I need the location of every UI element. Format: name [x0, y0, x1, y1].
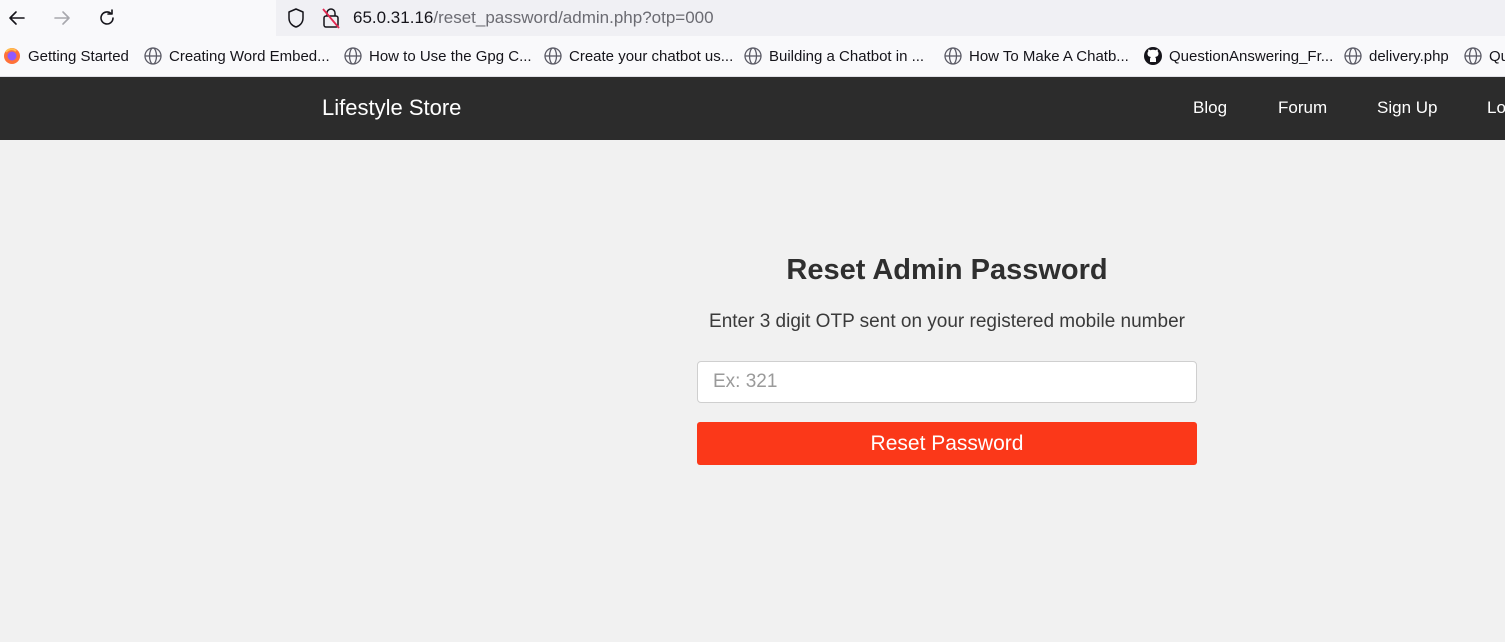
bookmark-make-chatbot[interactable]: How To Make A Chatb... [943, 44, 1129, 68]
globe-icon [743, 46, 763, 66]
globe-icon [943, 46, 963, 66]
bookmark-label: Building a Chatbot in ... [769, 47, 925, 65]
arrow-right-icon [54, 11, 70, 25]
bookmark-gpg[interactable]: How to Use the Gpg C... [343, 44, 532, 68]
otp-input[interactable] [697, 361, 1197, 403]
browser-chrome: 65.0.31.16/reset_password/admin.php?otp=… [0, 0, 1505, 77]
github-icon [1143, 46, 1163, 66]
site-navbar: Lifestyle Store Blog Forum Sign Up Lo [0, 77, 1505, 140]
main-content: Reset Admin Password Enter 3 digit OTP s… [0, 140, 1505, 642]
browser-toolbar: 65.0.31.16/reset_password/admin.php?otp=… [0, 0, 1505, 36]
page-title: Reset Admin Password [786, 254, 1108, 286]
bookmark-create-chatbot[interactable]: Create your chatbot us... [543, 44, 733, 68]
firefox-icon [2, 46, 22, 66]
globe-icon [1463, 46, 1483, 66]
nav-blog[interactable]: Blog [1193, 98, 1227, 118]
back-button[interactable] [4, 5, 30, 31]
bookmark-label: How to Use the Gpg C... [369, 47, 532, 65]
globe-icon [543, 46, 563, 66]
bookmark-label: Create your chatbot us... [569, 47, 734, 65]
otp-instruction: Enter 3 digit OTP sent on your registere… [709, 311, 1185, 332]
url-host: 65.0.31.16 [353, 8, 434, 27]
address-bar[interactable]: 65.0.31.16/reset_password/admin.php?otp=… [276, 0, 1505, 36]
globe-icon [1343, 46, 1363, 66]
bookmark-label: Creating Word Embed... [169, 47, 330, 65]
insecure-lock-icon[interactable] [320, 6, 342, 30]
globe-icon [143, 46, 163, 66]
bookmark-creating-word-embed[interactable]: Creating Word Embed... [143, 44, 330, 68]
bookmark-building-chatbot[interactable]: Building a Chatbot in ... [743, 44, 924, 68]
nav-sign-up[interactable]: Sign Up [1377, 98, 1437, 118]
nav-forum[interactable]: Forum [1278, 98, 1327, 118]
reload-button[interactable] [94, 5, 120, 31]
arrow-left-icon [9, 11, 25, 25]
url-path: /reset_password/admin.php?otp=000 [433, 8, 714, 27]
bookmark-qu[interactable]: Qu [1463, 44, 1505, 68]
bookmark-getting-started[interactable]: Getting Started [2, 44, 129, 68]
url-text[interactable]: 65.0.31.16/reset_password/admin.php?otp=… [353, 8, 714, 28]
reload-icon [100, 9, 114, 25]
shield-icon[interactable] [286, 7, 306, 29]
bookmark-label: Getting Started [28, 47, 129, 65]
bookmark-label: QuestionAnswering_Fr... [1169, 47, 1334, 65]
nav-login[interactable]: Lo [1487, 98, 1505, 118]
brand-link[interactable]: Lifestyle Store [322, 95, 461, 121]
bookmark-delivery[interactable]: delivery.php [1343, 44, 1449, 68]
bookmark-label: How To Make A Chatb... [969, 47, 1129, 65]
bookmark-label: Qu [1489, 47, 1505, 65]
bookmark-question-answering[interactable]: QuestionAnswering_Fr... [1143, 44, 1333, 68]
bookmarks-bar: Getting Started Creating Word Embed... H… [0, 36, 1505, 77]
reset-password-button[interactable]: Reset Password [697, 422, 1197, 465]
bookmark-label: delivery.php [1369, 47, 1449, 65]
globe-icon [343, 46, 363, 66]
forward-button[interactable] [49, 5, 75, 31]
